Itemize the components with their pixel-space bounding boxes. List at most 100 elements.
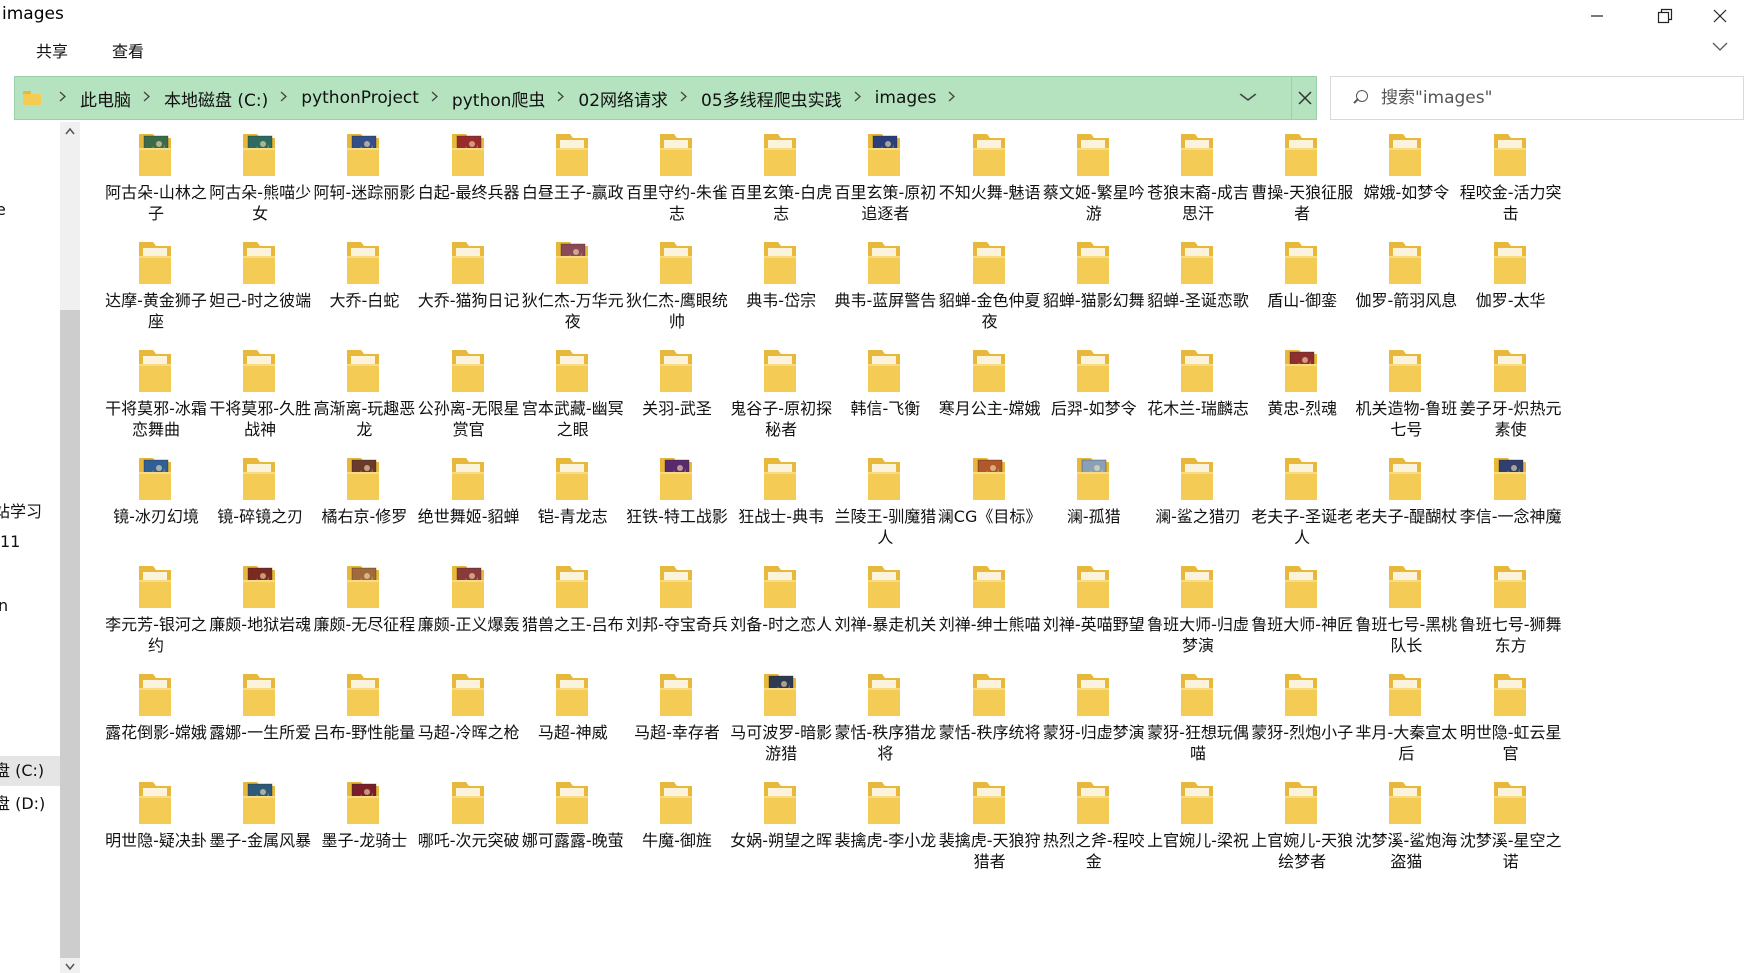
folder-item[interactable]: 阿古朵-熊喵少女 [208,126,312,230]
folder-item[interactable]: 不知火舞-魅语 [938,126,1042,230]
folder-item[interactable]: 马超-冷晖之枪 [417,666,521,770]
tab-share[interactable]: 共享 [36,38,68,62]
minimize-button[interactable] [1572,0,1622,32]
folder-item[interactable]: 阿轲-迷踪丽影 [312,126,416,230]
breadcrumb-separator[interactable] [680,90,688,106]
folder-item[interactable]: 大乔-白蛇 [312,234,416,338]
folder-item[interactable]: 热烈之斧-程咬金 [1042,774,1146,878]
folder-item[interactable]: 干将莫邪-久胜战神 [208,342,312,446]
folder-item[interactable]: 鲁班七号-狮舞东方 [1459,558,1563,662]
folder-item[interactable]: 貂蝉-猫影幻舞 [1042,234,1146,338]
breadcrumb-item[interactable]: 05多线程爬虫实践 [701,86,842,111]
folder-item[interactable]: 韩信-飞衡 [833,342,937,446]
breadcrumb-separator[interactable] [143,90,150,106]
folder-item[interactable]: 明世隐-虹云星官 [1459,666,1563,770]
breadcrumb-item[interactable]: pythonProject [301,88,419,108]
vertical-scrollbar[interactable] [60,122,80,973]
folder-item[interactable]: 老夫子-圣诞老人 [1250,450,1354,554]
folder-item[interactable]: 马可波罗-暗影游猎 [729,666,833,770]
folder-item[interactable]: 曹操-天狼征服者 [1250,126,1354,230]
folder-item[interactable]: 花木兰-瑞麟志 [1146,342,1250,446]
breadcrumb-separator[interactable] [59,90,66,106]
restore-button[interactable] [1640,0,1690,32]
folder-item[interactable]: 橘右京-修罗 [312,450,416,554]
breadcrumb-item[interactable]: images [875,88,937,108]
folder-item[interactable]: 宫本武藏-幽冥之眼 [521,342,625,446]
folder-item[interactable]: 干将莫邪-冰霜恋舞曲 [104,342,208,446]
folder-item[interactable]: 蒙犽-烈炮小子 [1250,666,1354,770]
folder-item[interactable]: 程咬金-活力突击 [1459,126,1563,230]
folder-item[interactable]: 裴擒虎-天狼狩猎者 [938,774,1042,878]
folder-item[interactable]: 吕布-野性能量 [312,666,416,770]
nav-item[interactable]: n [0,596,8,615]
address-history-button[interactable] [1239,87,1257,106]
expand-ribbon-button[interactable] [1712,36,1728,55]
folder-item[interactable]: 马超-神威 [521,666,625,770]
folder-item[interactable]: 裴擒虎-李小龙 [833,774,937,878]
folder-item[interactable]: 狂铁-特工战影 [625,450,729,554]
folder-item[interactable]: 阿古朵-山林之子 [104,126,208,230]
folder-item[interactable]: 猎兽之王-吕布 [521,558,625,662]
folder-item[interactable]: 牛魔-御旌 [625,774,729,878]
folder-item[interactable]: 沈梦溪-星空之诺 [1459,774,1563,878]
folder-item[interactable]: 百里玄策-原初追逐者 [833,126,937,230]
breadcrumb-separator[interactable] [854,90,861,106]
folder-item[interactable]: 芈月-大秦宣太后 [1354,666,1458,770]
breadcrumb-separator[interactable] [280,90,288,106]
folder-item[interactable]: 后羿-如梦令 [1042,342,1146,446]
folder-item[interactable]: 刘禅-暴走机关 [833,558,937,662]
breadcrumb-separator[interactable] [431,90,438,106]
folder-item[interactable]: 鲁班大师-归虚梦演 [1146,558,1250,662]
folder-item[interactable]: 典韦-蓝屏警告 [833,234,937,338]
scroll-thumb[interactable] [60,310,80,958]
folder-item[interactable]: 镜-冰刃幻境 [104,450,208,554]
folder-item[interactable]: 狄仁杰-万华元夜 [521,234,625,338]
folder-item[interactable]: 澜CG《目标》 [938,450,1042,554]
folder-item[interactable]: 廉颇-正义爆轰 [417,558,521,662]
close-button[interactable] [1695,0,1745,32]
folder-item[interactable]: 寒月公主-嫦娥 [938,342,1042,446]
address-bar[interactable]: 此电脑 本地磁盘 (C:) pythonProject python爬虫 02网络请求 0… [14,76,1317,120]
scroll-up-button[interactable] [60,122,80,140]
folder-item[interactable]: 老夫子-醍醐杖 [1354,450,1458,554]
folder-item[interactable]: 黄忠-烈魂 [1250,342,1354,446]
folder-item[interactable]: 大乔-猫狗日记 [417,234,521,338]
folder-item[interactable]: 蒙犽-狂想玩偶喵 [1146,666,1250,770]
folder-item[interactable]: 铠-青龙志 [521,450,625,554]
folder-item[interactable]: 狂战士-典韦 [729,450,833,554]
breadcrumb-item[interactable]: python爬虫 [452,86,545,111]
folder-item[interactable]: 澜-鲨之猎刃 [1146,450,1250,554]
folder-item[interactable]: 蒙恬-秩序统将 [938,666,1042,770]
search-box[interactable] [1330,76,1744,120]
tab-view[interactable]: 查看 [112,38,144,62]
nav-item[interactable]: 盘 (C:) [0,756,60,786]
folder-item[interactable]: 廉颇-地狱岩魂 [208,558,312,662]
folder-item[interactable]: 绝世舞姬-貂蝉 [417,450,521,554]
scroll-down-button[interactable] [60,960,80,973]
folder-item[interactable]: 公孙离-无限星赏官 [417,342,521,446]
nav-item[interactable]: 11 [0,532,20,551]
folder-item[interactable]: 上官婉儿-天狼绘梦者 [1250,774,1354,878]
clear-address-button[interactable] [1291,77,1318,119]
search-input[interactable] [1381,88,1711,108]
folder-item[interactable]: 哪吒-次元突破 [417,774,521,878]
folder-item[interactable]: 上官婉儿-梁祝 [1146,774,1250,878]
folder-item[interactable]: 沈梦溪-鲨炮海盗猫 [1354,774,1458,878]
folder-item[interactable]: 澜-孤猎 [1042,450,1146,554]
folder-item[interactable]: 露娜-一生所爱 [208,666,312,770]
breadcrumb-separator[interactable] [557,90,565,106]
folder-item[interactable]: 刘备-时之恋人 [729,558,833,662]
breadcrumb-item[interactable]: 此电脑 [80,86,131,111]
folder-item[interactable]: 兰陵王-驯魔猎人 [833,450,937,554]
folder-item[interactable]: 刘禅-绅士熊喵 [938,558,1042,662]
folder-item[interactable]: 白起-最终兵器 [417,126,521,230]
folder-item[interactable]: 百里守约-朱雀志 [625,126,729,230]
folder-item[interactable]: 刘禅-英喵野望 [1042,558,1146,662]
breadcrumb-item[interactable]: 02网络请求 [578,86,668,111]
folder-item[interactable]: 明世隐-疑决卦 [104,774,208,878]
folder-item[interactable]: 高渐离-玩趣恶龙 [312,342,416,446]
folder-item[interactable]: 伽罗-箭羽风息 [1354,234,1458,338]
folder-item[interactable]: 廉颇-无尽征程 [312,558,416,662]
folder-item[interactable]: 貂蝉-金色仲夏夜 [938,234,1042,338]
folder-item[interactable]: 墨子-龙骑士 [312,774,416,878]
